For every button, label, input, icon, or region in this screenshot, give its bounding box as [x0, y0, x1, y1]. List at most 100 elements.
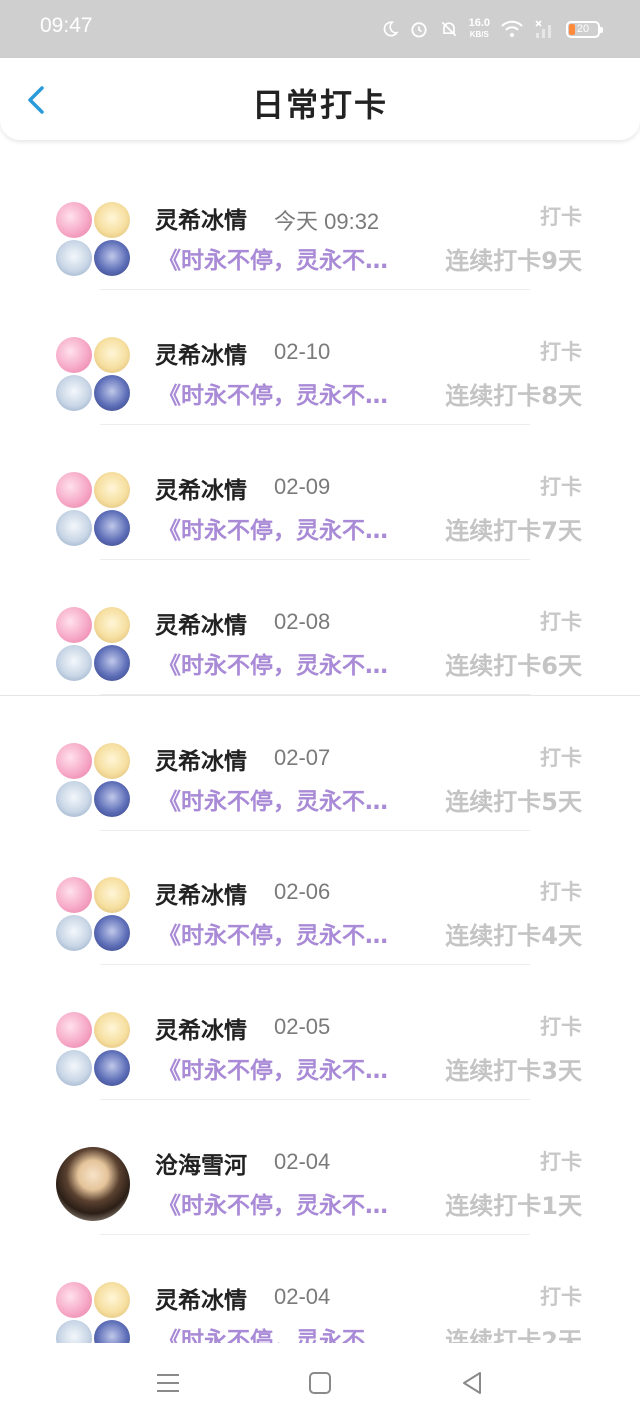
avatar-tile — [56, 743, 92, 779]
avatar-tile — [94, 337, 130, 373]
checkin-time: 02-04 — [274, 1284, 331, 1309]
avatar-tile — [56, 877, 92, 913]
user-name[interactable]: 灵希冰情 — [155, 1281, 247, 1315]
checkin-time: 02-06 — [274, 879, 331, 904]
streak-count: 连续打卡7天 — [445, 517, 582, 545]
avatar[interactable] — [56, 1147, 130, 1221]
checkin-button[interactable]: 打卡 — [540, 742, 582, 772]
avatar-tile — [94, 781, 130, 817]
avatar-tile — [56, 1050, 92, 1086]
battery-icon: 20 — [566, 20, 603, 38]
avatar[interactable] — [56, 202, 130, 276]
streak-count: 连续打卡5天 — [445, 788, 582, 816]
streak-count: 连续打卡6天 — [445, 652, 582, 680]
user-name[interactable]: 灵希冰情 — [155, 1011, 247, 1045]
streak-count: 连续打卡8天 — [445, 382, 582, 410]
avatar-tile — [94, 202, 130, 238]
speed-unit: KB/S — [469, 30, 489, 39]
streak-count: 连续打卡9天 — [445, 247, 582, 275]
back-triangle-icon — [463, 1372, 481, 1394]
checkin-time: 今天 09:32 — [274, 209, 380, 234]
checkin-item[interactable]: 灵希冰情 02-04 打卡 《时永不停，灵永不… 连续打卡2天 — [0, 1235, 640, 1343]
avatar[interactable] — [56, 877, 130, 951]
home-button[interactable] — [306, 1369, 334, 1397]
avatar-tile — [56, 1282, 92, 1318]
message-preview[interactable]: 《时永不停，灵永不… — [158, 1051, 410, 1085]
checkin-button[interactable]: 打卡 — [540, 201, 582, 231]
message-preview[interactable]: 《时永不停，灵永不… — [158, 376, 410, 410]
avatar-tile — [56, 1012, 92, 1048]
checkin-button[interactable]: 打卡 — [540, 336, 582, 366]
checkin-time: 02-09 — [274, 474, 331, 499]
user-name[interactable]: 灵希冰情 — [155, 201, 247, 235]
checkin-list[interactable]: 灵希冰情 今天 09:32 打卡 《时永不停，灵永不… 连续打卡9天 灵希冰情 … — [0, 155, 640, 1343]
avatar-tile — [56, 1320, 92, 1343]
checkin-time: 02-10 — [274, 339, 331, 364]
avatar-tile — [56, 781, 92, 817]
avatar-tile — [56, 202, 92, 238]
avatar[interactable] — [56, 1012, 130, 1086]
checkin-button[interactable]: 打卡 — [540, 606, 582, 636]
avatar-tile — [94, 915, 130, 951]
checkin-item[interactable]: 沧海雪河 02-04 打卡 《时永不停，灵永不… 连续打卡1天 — [0, 1100, 640, 1235]
status-time: 09:47 — [40, 14, 93, 37]
avatar-tile — [56, 375, 92, 411]
checkin-button[interactable]: 打卡 — [540, 1146, 582, 1176]
menu-button[interactable] — [154, 1369, 182, 1397]
avatar-tile — [56, 240, 92, 276]
checkin-time: 02-04 — [274, 1149, 331, 1174]
checkin-item[interactable]: 灵希冰情 今天 09:32 打卡 《时永不停，灵永不… 连续打卡9天 — [0, 155, 640, 290]
moon-icon — [383, 21, 399, 37]
avatar[interactable] — [56, 337, 130, 411]
message-preview[interactable]: 《时永不停，灵永不… — [158, 1186, 410, 1220]
avatar[interactable] — [56, 607, 130, 681]
avatar-tile — [94, 240, 130, 276]
user-name[interactable]: 灵希冰情 — [155, 471, 247, 505]
status-icons: 16.0 KB/S 20 — [381, 14, 603, 44]
system-nav-bar — [0, 1343, 640, 1422]
checkin-time: 02-07 — [274, 745, 331, 770]
checkin-item[interactable]: 灵希冰情 02-07 打卡 《时永不停，灵永不… 连续打卡5天 — [0, 695, 640, 831]
message-preview[interactable]: 《时永不停，灵永不… — [158, 646, 410, 680]
checkin-item[interactable]: 灵希冰情 02-08 打卡 《时永不停，灵永不… 连续打卡6天 — [0, 560, 640, 695]
avatar[interactable] — [56, 1282, 130, 1343]
avatar[interactable] — [56, 472, 130, 546]
checkin-item[interactable]: 灵希冰情 02-05 打卡 《时永不停，灵永不… 连续打卡3天 — [0, 965, 640, 1100]
avatar-tile — [94, 1320, 130, 1343]
checkin-button[interactable]: 打卡 — [540, 876, 582, 906]
user-name[interactable]: 灵希冰情 — [155, 336, 247, 370]
avatar-tile — [94, 375, 130, 411]
checkin-button[interactable]: 打卡 — [540, 471, 582, 501]
speed-value: 16.0 — [468, 17, 490, 29]
avatar-tile — [94, 1012, 130, 1048]
checkin-time: 02-08 — [274, 609, 331, 634]
checkin-item[interactable]: 灵希冰情 02-09 打卡 《时永不停，灵永不… 连续打卡7天 — [0, 425, 640, 560]
wifi-icon — [501, 20, 523, 37]
mute-bell-icon — [441, 21, 456, 37]
page-title: 日常打卡 — [251, 86, 388, 124]
message-preview[interactable]: 《时永不停，灵永不… — [158, 241, 410, 275]
network-speed: 16.0 KB/S — [469, 18, 490, 40]
message-preview[interactable]: 《时永不停，灵永不… — [158, 511, 410, 545]
checkin-time: 02-05 — [274, 1014, 331, 1039]
user-name[interactable]: 沧海雪河 — [155, 1146, 247, 1180]
message-preview[interactable]: 《时永不停，灵永不… — [158, 1321, 410, 1343]
back-nav-button[interactable] — [458, 1369, 486, 1397]
user-name[interactable]: 灵希冰情 — [155, 876, 247, 910]
message-preview[interactable]: 《时永不停，灵永不… — [158, 916, 410, 950]
avatar-tile — [56, 607, 92, 643]
message-preview[interactable]: 《时永不停，灵永不… — [158, 782, 410, 816]
avatar-tile — [94, 1282, 130, 1318]
avatar[interactable] — [56, 743, 130, 817]
checkin-button[interactable]: 打卡 — [540, 1281, 582, 1311]
avatar-tile — [94, 743, 130, 779]
checkin-item[interactable]: 灵希冰情 02-10 打卡 《时永不停，灵永不… 连续打卡8天 — [0, 290, 640, 425]
checkin-item[interactable]: 灵希冰情 02-06 打卡 《时永不停，灵永不… 连续打卡4天 — [0, 830, 640, 965]
user-name[interactable]: 灵希冰情 — [155, 742, 247, 776]
home-square-icon — [309, 1372, 331, 1394]
menu-icon — [157, 1374, 179, 1392]
avatar-tile — [94, 607, 130, 643]
checkin-button[interactable]: 打卡 — [540, 1011, 582, 1041]
user-name[interactable]: 灵希冰情 — [155, 606, 247, 640]
avatar-tile — [56, 915, 92, 951]
